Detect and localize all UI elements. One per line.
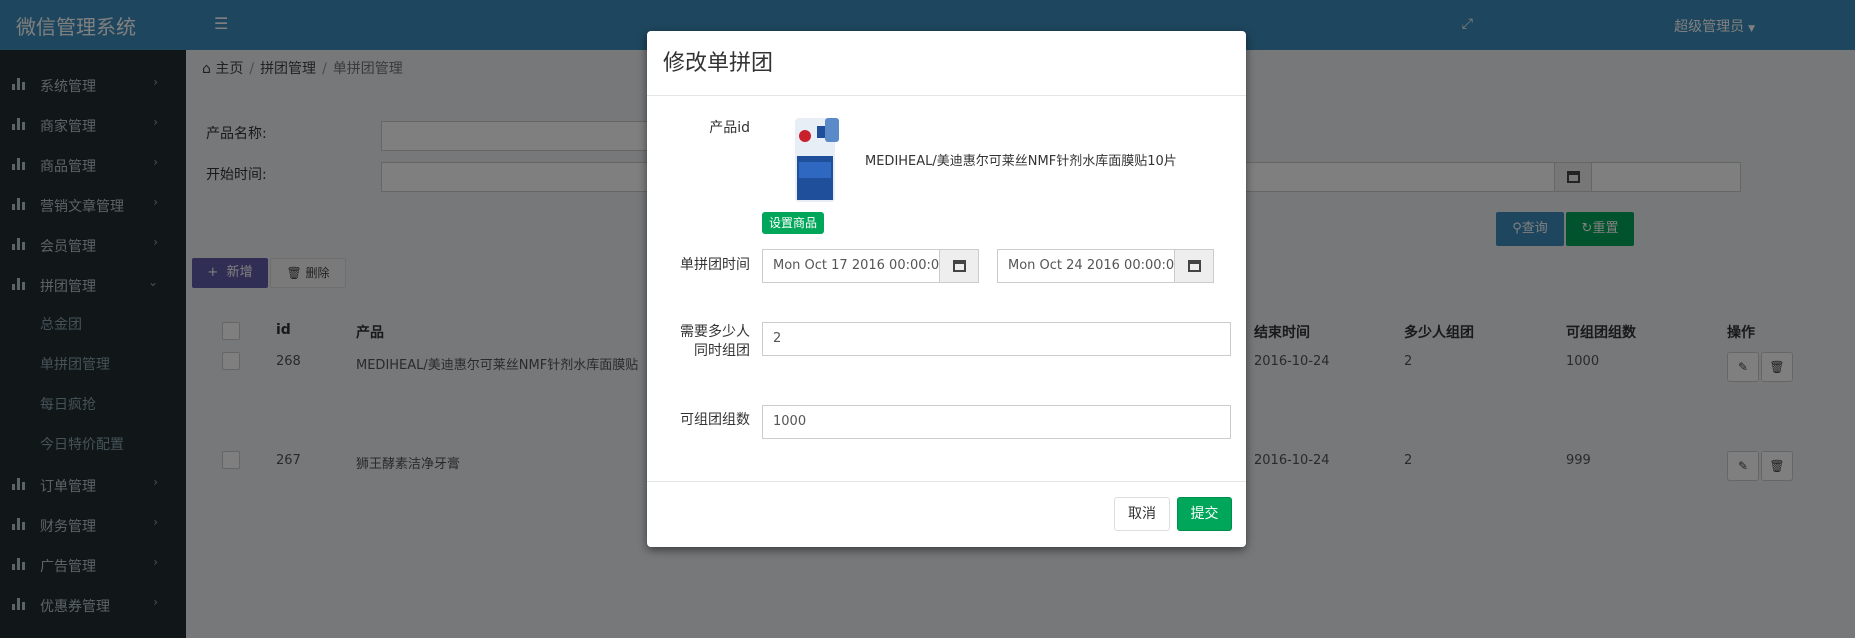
people-label: 需要多少人同时组团	[680, 324, 750, 359]
product-image	[795, 118, 839, 202]
product-id-label: 产品id	[709, 120, 750, 136]
groups-label: 可组团组数	[680, 412, 750, 428]
cancel-button[interactable]: 取消	[1114, 497, 1170, 531]
end-datetime-input[interactable]: Mon Oct 24 2016 00:00:00 (	[997, 249, 1175, 283]
edit-group-modal: 修改单拼团 产品id MEDIHEAL/美迪惠尔可莱丝NMF针剂水库面膜贴10片…	[647, 31, 1246, 547]
product-name: MEDIHEAL/美迪惠尔可莱丝NMF针剂水库面膜贴10片	[865, 154, 1177, 169]
calendar-icon[interactable]	[1174, 249, 1214, 283]
start-datetime-input[interactable]: Mon Oct 17 2016 00:00:00 (	[762, 249, 940, 283]
divider	[647, 481, 1246, 482]
people-input[interactable]: 2	[762, 322, 1231, 356]
submit-button[interactable]: 提交	[1177, 497, 1232, 531]
divider	[647, 95, 1246, 96]
group-time-label: 单拼团时间	[680, 257, 750, 273]
calendar-icon[interactable]	[939, 249, 979, 283]
groups-input[interactable]: 1000	[762, 405, 1231, 439]
set-product-button[interactable]: 设置商品	[762, 212, 824, 234]
modal-title: 修改单拼团	[663, 51, 774, 76]
